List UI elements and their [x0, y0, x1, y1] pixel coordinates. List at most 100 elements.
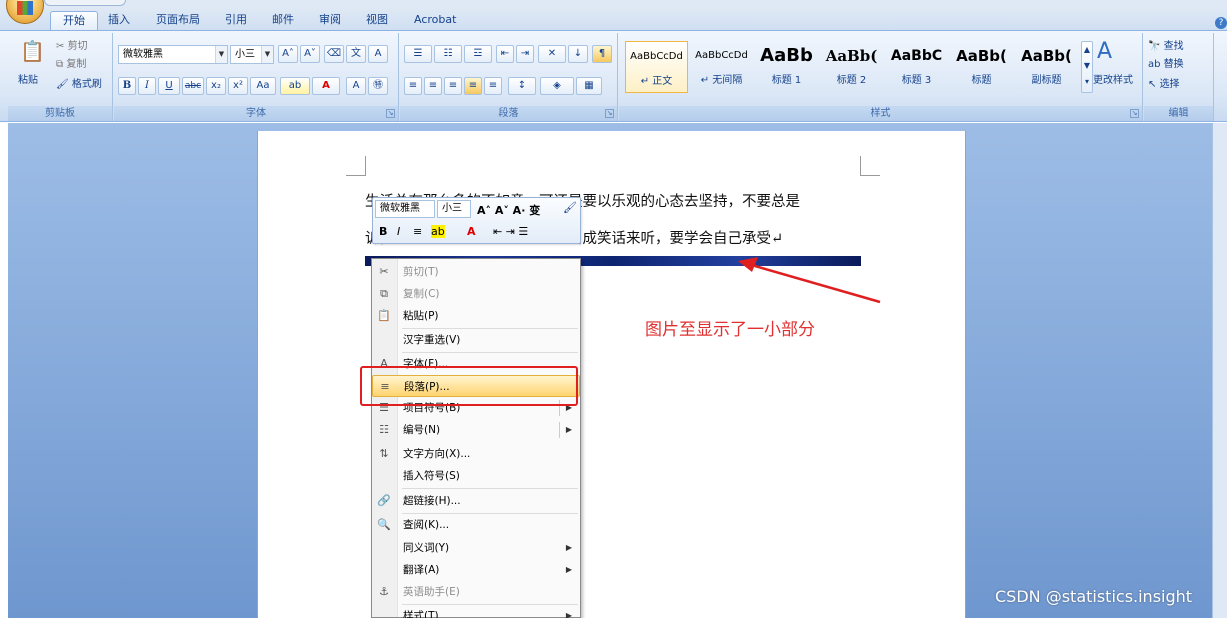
char-border-button[interactable]: A: [368, 45, 388, 63]
replace-icon: ab: [1148, 59, 1164, 70]
style-heading-1[interactable]: AaBb 标题 1: [755, 41, 818, 93]
mini-grow-font-icon[interactable]: A˄ A˅ A· 变: [477, 202, 540, 218]
scissors-icon: ✂: [56, 41, 68, 52]
cut-button[interactable]: ✂ 剪切: [56, 37, 88, 52]
tab-home[interactable]: 开始: [50, 11, 98, 30]
menu-item-insert-symbol[interactable]: 插入符号(S): [372, 465, 580, 487]
format-painter-button[interactable]: 🖌 格式刷: [56, 75, 102, 90]
quick-access-toolbar[interactable]: [44, 0, 126, 6]
numbering-button[interactable]: ☷: [434, 45, 462, 63]
menu-item-numbering[interactable]: ☷ 编号(N) ▶: [372, 419, 580, 441]
dialog-launcher-icon[interactable]: ↘: [386, 109, 395, 118]
vertical-scrollbar[interactable]: [1212, 123, 1227, 618]
menu-item-translate[interactable]: 翻译(A) ▶: [372, 559, 580, 581]
bold-button[interactable]: B: [118, 77, 136, 95]
phonetic-guide-button[interactable]: 文: [346, 45, 366, 63]
chevron-down-icon[interactable]: ▼: [215, 46, 227, 63]
mini-italic-icon[interactable]: I: [397, 225, 400, 238]
shrink-font-button[interactable]: A˅: [300, 45, 320, 63]
align-right-button[interactable]: ≡: [444, 77, 462, 95]
mini-indent-icons[interactable]: ⇤ ⇥ ☰: [493, 225, 528, 238]
mini-bold-icon[interactable]: B: [379, 225, 387, 238]
align-center-button[interactable]: ≡: [424, 77, 442, 95]
tab-references[interactable]: 引用: [225, 11, 247, 30]
tab-review[interactable]: 审阅: [319, 11, 341, 30]
menu-item-paste[interactable]: 📋 粘贴(P): [372, 305, 580, 327]
change-styles-button[interactable]: 更改样式: [1093, 71, 1133, 86]
style-no-spacing[interactable]: AaBbCcDd ↵ 无间隔: [690, 41, 753, 93]
tab-mailings[interactable]: 邮件: [272, 11, 294, 30]
italic-button[interactable]: I: [138, 77, 156, 95]
help-icon[interactable]: ?: [1215, 17, 1227, 29]
grow-font-button[interactable]: A˄: [278, 45, 298, 63]
style-heading-3[interactable]: AaBbC 标题 3: [885, 41, 948, 93]
line-spacing-button[interactable]: ↕: [508, 77, 536, 95]
superscript-button[interactable]: x²: [228, 77, 248, 95]
bullets-button[interactable]: ☰: [404, 45, 432, 63]
menu-item-reconvert[interactable]: 汉字重选(V): [372, 329, 580, 351]
strikethrough-button[interactable]: abc: [182, 77, 204, 95]
styles-scroll[interactable]: ▲ ▼ ▾: [1081, 41, 1093, 93]
mini-font-combo[interactable]: 微软雅黑: [375, 200, 435, 218]
tab-acrobat[interactable]: Acrobat: [414, 11, 456, 30]
subscript-button[interactable]: x₂: [206, 77, 226, 95]
tab-page-layout[interactable]: 页面布局: [156, 11, 200, 30]
menu-item-hyperlink[interactable]: 🔗 超链接(H)...: [372, 490, 580, 512]
increase-indent-button[interactable]: ⇥: [516, 45, 534, 63]
menu-item-cut[interactable]: ✂ 剪切(T): [372, 261, 580, 283]
show-marks-button[interactable]: ¶: [592, 45, 612, 63]
menu-item-synonyms[interactable]: 同义词(Y) ▶: [372, 537, 580, 559]
enclose-char-button[interactable]: ㊕: [368, 77, 388, 95]
context-menu: ✂ 剪切(T) ⧉ 复制(C) 📋 粘贴(P) 汉字重选(V) A 字体(F)... ≡…: [371, 258, 581, 618]
paste-button[interactable]: 粘贴: [18, 71, 38, 86]
font-name-combo[interactable]: 微软雅黑 ▼: [118, 45, 228, 64]
justify-button[interactable]: ≡: [464, 77, 482, 95]
tab-insert[interactable]: 插入: [108, 11, 130, 30]
font-label: 字体: [114, 106, 398, 121]
sort-button[interactable]: ↓: [568, 45, 588, 63]
style-subtitle[interactable]: AaBb(副标题: [1015, 41, 1078, 93]
numbering-icon: ☷: [379, 423, 389, 436]
change-case-button[interactable]: Aa: [250, 77, 276, 95]
align-left-button[interactable]: ≡: [404, 77, 422, 95]
borders-button[interactable]: ▦: [576, 77, 602, 95]
underline-button[interactable]: U: [158, 77, 180, 95]
find-button[interactable]: 🔭 查找: [1148, 37, 1184, 52]
change-styles-icon[interactable]: A: [1097, 39, 1112, 64]
menu-item-styles[interactable]: 样式(T) ▶: [372, 605, 580, 618]
font-color-button[interactable]: A: [312, 77, 340, 95]
menu-item-lookup[interactable]: 🔍 查阅(K)...: [372, 514, 580, 536]
shading-button[interactable]: ◈: [540, 77, 574, 95]
menu-item-text-direction[interactable]: ⇅ 文字方向(X)...: [372, 443, 580, 465]
asian-layout-button[interactable]: ✕: [538, 45, 566, 63]
paste-icon[interactable]: 📋: [20, 39, 45, 63]
mini-highlight-icon[interactable]: ab: [431, 225, 445, 238]
distribute-button[interactable]: ≡: [484, 77, 502, 95]
font-size-combo[interactable]: 小三 ▼: [230, 45, 274, 64]
mini-center-icon[interactable]: ≡: [413, 225, 422, 238]
menu-item-english-assistant[interactable]: ⚓ 英语助手(E): [372, 581, 580, 603]
dialog-launcher-icon[interactable]: ↘: [1130, 109, 1139, 118]
mini-format-painter-icon[interactable]: 🖌: [563, 201, 577, 214]
chevron-down-icon[interactable]: ▼: [261, 46, 273, 63]
style-normal[interactable]: AaBbCcDd ↵ 正文: [625, 41, 688, 93]
watermark: CSDN @statistics.insight: [995, 587, 1193, 606]
style-heading-2[interactable]: AaBb(标题 2: [820, 41, 883, 93]
copy-button[interactable]: ⧉ 复制: [56, 55, 86, 70]
mini-font-color-icon[interactable]: A: [467, 225, 476, 238]
paragraph-group: ☰ ☷ ☲ ⇤ ⇥ ✕ ↓ ¶ ≡ ≡ ≡ ≡ ≡ ↕ ◈ ▦ 段落 ↘: [400, 33, 618, 121]
highlight-button[interactable]: ab: [280, 77, 310, 95]
replace-button[interactable]: ab 替换: [1148, 55, 1184, 70]
clear-format-button[interactable]: ⌫: [324, 45, 344, 63]
char-shading-button[interactable]: A: [346, 77, 366, 95]
ribbon-tabs: 开始 插入 页面布局 引用 邮件 审阅 视图 Acrobat ?: [0, 8, 1227, 30]
select-button[interactable]: ↖ 选择: [1148, 75, 1180, 90]
multilevel-list-button[interactable]: ☲: [464, 45, 492, 63]
decrease-indent-button[interactable]: ⇤: [496, 45, 514, 63]
menu-item-copy[interactable]: ⧉ 复制(C): [372, 283, 580, 305]
mini-size-combo[interactable]: 小三: [437, 200, 471, 218]
tab-view[interactable]: 视图: [366, 11, 388, 30]
dialog-launcher-icon[interactable]: ↘: [605, 109, 614, 118]
clipboard-group: 📋 粘贴 ✂ 剪切 ⧉ 复制 🖌 格式刷 剪贴板: [8, 33, 113, 121]
style-title[interactable]: AaBb(标题: [950, 41, 1013, 93]
